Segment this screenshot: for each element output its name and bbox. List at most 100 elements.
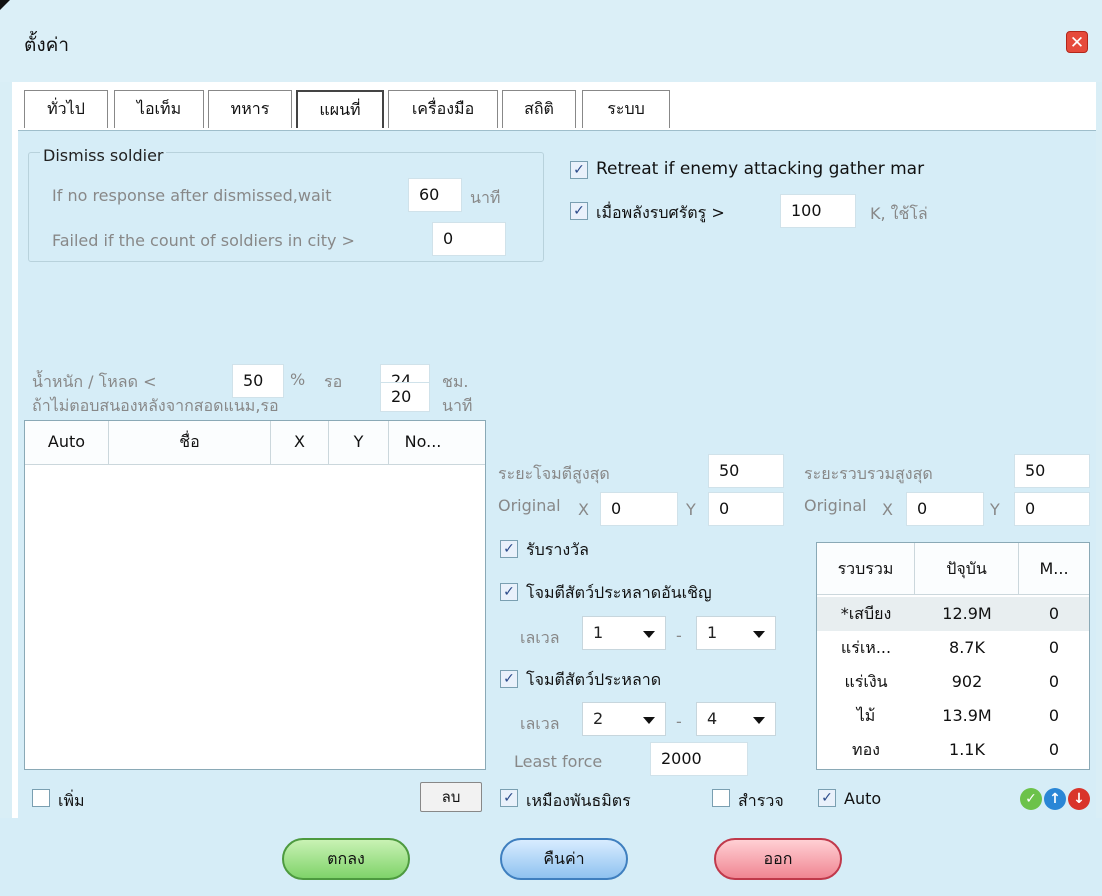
monster-level-from-select[interactable]: 2 (582, 702, 666, 736)
res-m: 0 (1048, 706, 1060, 725)
res-name: *เสบียง (840, 604, 892, 623)
reward-checkbox[interactable]: ✓ (500, 540, 518, 558)
table-row[interactable]: ทอง 1.1K 0 (817, 733, 1089, 767)
no-response-input[interactable]: 20 (380, 382, 430, 412)
dismiss-count-label: Failed if the count of soldiers in city … (52, 231, 355, 250)
tab-soldiers[interactable]: ทหาร (208, 90, 292, 128)
close-icon[interactable]: ✕ (1066, 31, 1088, 53)
dismiss-count-input[interactable]: 0 (432, 222, 506, 256)
tab-general[interactable]: ทั่วไป (24, 90, 108, 128)
weight-hours-unit: ชม. (442, 372, 469, 391)
res-current: 13.9M (942, 706, 992, 725)
target-list[interactable]: Auto ชื่อ X Y No... (24, 420, 486, 770)
tab-system[interactable]: ระบบ (582, 90, 670, 128)
table-row[interactable]: *เสบียง 12.9M 0 (817, 597, 1089, 631)
monster-label: โจมตีสัตว์ประหลาด (526, 670, 662, 689)
invite-level-dash: - (676, 626, 682, 645)
table-row[interactable]: ไม้ 13.9M 0 (817, 699, 1089, 733)
resource-table[interactable]: รวบรวม ปัจุบัน M... *เสบียง 12.9M 0 แร่เ… (816, 542, 1090, 770)
col-note[interactable]: No... (389, 421, 457, 465)
invite-level-from-select[interactable]: 1 (582, 616, 666, 650)
tab-items[interactable]: ไอเท็ม (114, 90, 204, 128)
res-m: 0 (1048, 740, 1060, 759)
auto-checkbox[interactable]: ✓ (818, 789, 836, 807)
gather-y-label: Y (990, 500, 1000, 519)
no-response-label: ถ้าไม่ตอบสนองหลังจากสอดแนม,รอ (32, 396, 279, 415)
gather-range-input[interactable]: 50 (1014, 454, 1090, 488)
enemy-force-checkbox[interactable]: ✓ (570, 202, 588, 220)
res-col-m[interactable]: M... (1019, 543, 1089, 595)
res-name: ทอง (852, 740, 880, 759)
attack-x-input[interactable]: 0 (600, 492, 678, 526)
add-label: เพิ่ม (58, 791, 85, 810)
chevron-down-icon (643, 631, 655, 638)
enemy-force-label: เมื่อพลังรบศรัตรู > (596, 203, 725, 222)
add-checkbox[interactable] (32, 789, 50, 807)
move-up-icon[interactable]: ↑ (1044, 788, 1066, 810)
monster-level-to-value: 4 (707, 709, 718, 728)
tab-map[interactable]: แผนที่ (296, 90, 384, 128)
dialog-title: ตั้งค่า (24, 34, 69, 56)
invite-level-to-value: 1 (707, 623, 718, 642)
gather-x-label: X (882, 500, 893, 519)
retreat-checkbox[interactable]: ✓ (570, 161, 588, 179)
invite-level-to-select[interactable]: 1 (696, 616, 776, 650)
reset-button[interactable]: คืนค่า (500, 838, 628, 880)
weight-percent-input[interactable]: 50 (232, 364, 284, 398)
res-name: แร่เห... (840, 638, 892, 657)
delete-button[interactable]: ลบ (420, 782, 482, 812)
gather-x-input[interactable]: 0 (906, 492, 984, 526)
res-current: 1.1K (949, 740, 985, 759)
invite-monster-label: โจมตีสัตว์ประหลาดอันเชิญ (526, 583, 712, 602)
tab-tools[interactable]: เครื่องมือ (388, 90, 498, 128)
move-down-icon[interactable]: ↓ (1068, 788, 1090, 810)
table-row[interactable]: แร่เห... 8.7K 0 (817, 631, 1089, 665)
alliance-mine-checkbox[interactable]: ✓ (500, 789, 518, 807)
res-col-current[interactable]: ปัจุบัน (915, 543, 1019, 595)
invite-level-from-value: 1 (593, 623, 604, 642)
attack-range-input[interactable]: 50 (708, 454, 784, 488)
no-response-unit: นาที (442, 396, 473, 415)
monster-level-to-select[interactable]: 4 (696, 702, 776, 736)
reward-label: รับรางวัล (526, 540, 589, 559)
col-name[interactable]: ชื่อ (109, 421, 271, 465)
confirm-icon[interactable]: ✓ (1020, 788, 1042, 810)
res-m: 0 (1048, 672, 1060, 691)
gather-y-input[interactable]: 0 (1014, 492, 1090, 526)
res-name: ไม้ (856, 706, 876, 725)
tab-stats[interactable]: สถิติ (502, 90, 576, 128)
chevron-down-icon (753, 717, 765, 724)
attack-y-input[interactable]: 0 (708, 492, 784, 526)
res-current: 12.9M (942, 604, 992, 623)
attack-range-label: ระยะโจมตีสูงสุด (498, 464, 610, 483)
auto-label: Auto (844, 789, 882, 808)
dismiss-wait-input[interactable]: 60 (408, 178, 462, 212)
enemy-force-unit: K, ใช้โล่ (870, 204, 928, 223)
res-current: 902 (951, 672, 983, 691)
weight-label: น้ำหนัก / โหลด < (32, 372, 157, 391)
corner-mark (0, 0, 10, 10)
weight-wait-label: รอ (324, 372, 343, 391)
chevron-down-icon (753, 631, 765, 638)
attack-y-label: Y (686, 500, 696, 519)
least-force-input[interactable]: 2000 (650, 742, 748, 776)
res-col-gather[interactable]: รวบรวม (817, 543, 915, 595)
col-x[interactable]: X (271, 421, 329, 465)
alliance-mine-label: เหมืองพันธมิตร (526, 791, 631, 810)
monster-checkbox[interactable]: ✓ (500, 670, 518, 688)
enemy-force-input[interactable]: 100 (780, 194, 856, 228)
exit-button[interactable]: ออก (714, 838, 842, 880)
col-auto[interactable]: Auto (25, 421, 109, 465)
invite-level-label: เลเวล (520, 628, 560, 647)
table-row[interactable]: แร่เงิน 902 0 (817, 665, 1089, 699)
invite-monster-checkbox[interactable]: ✓ (500, 583, 518, 601)
ok-button[interactable]: ตกลง (282, 838, 410, 880)
res-name: แร่เงิน (844, 672, 888, 691)
col-y[interactable]: Y (329, 421, 389, 465)
gather-range-label: ระยะรวบรวมสูงสุด (804, 464, 933, 483)
retreat-label: Retreat if enemy attacking gather mar (596, 159, 925, 179)
scout-checkbox[interactable] (712, 789, 730, 807)
least-force-label: Least force (514, 752, 603, 771)
weight-percent-unit: % (290, 370, 306, 389)
settings-dialog: ตั้งค่า ✕ ทั่วไป ไอเท็ม ทหาร แผนที่ เครื… (0, 0, 1102, 896)
